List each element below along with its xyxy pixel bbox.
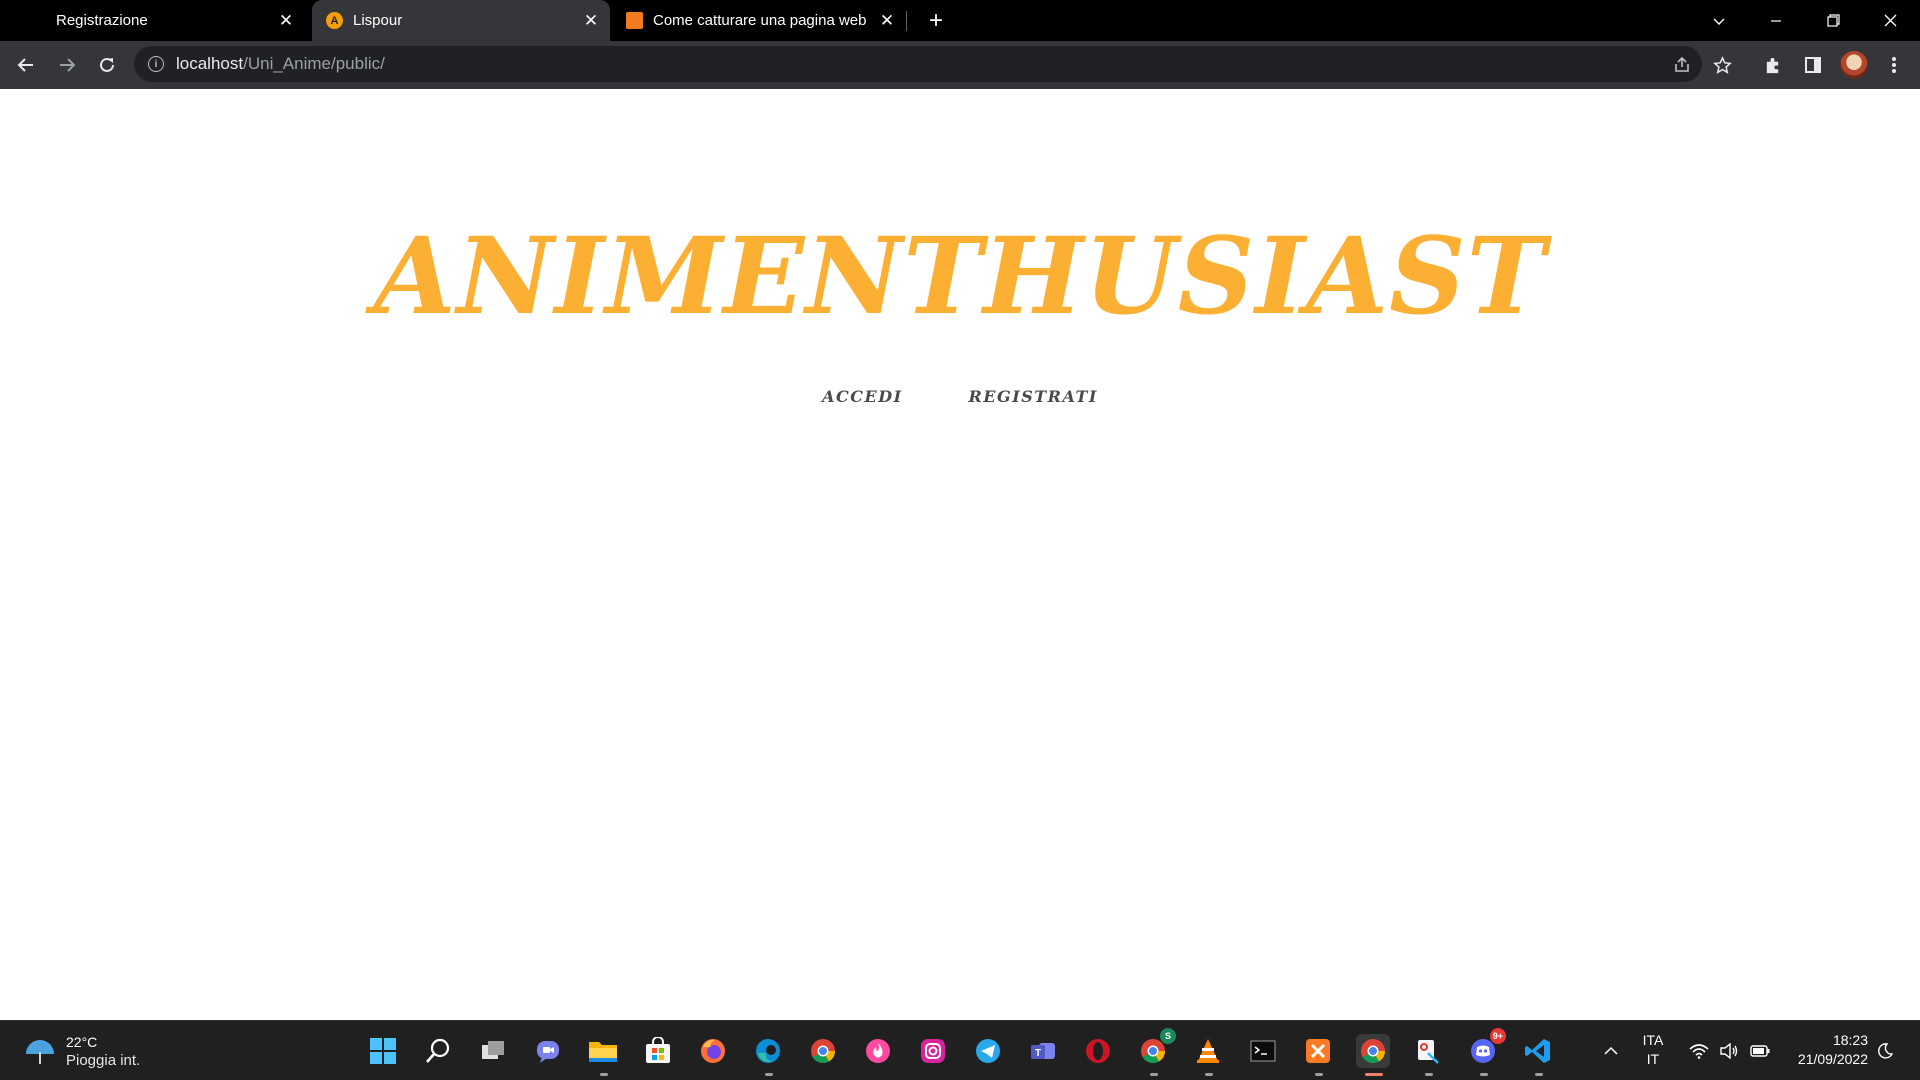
opera-icon[interactable] <box>1081 1034 1115 1068</box>
edge-icon[interactable] <box>751 1034 785 1068</box>
page-content: ANIMENTHUSIAST ACCEDI REGISTRATI <box>0 89 1920 1020</box>
minimize-button[interactable] <box>1753 0 1799 41</box>
favicon-icon <box>626 12 643 29</box>
xampp-icon[interactable] <box>1301 1034 1335 1068</box>
new-tab-button[interactable]: + <box>922 7 950 35</box>
login-link[interactable]: ACCEDI <box>822 387 902 406</box>
wifi-icon[interactable] <box>1688 1041 1710 1061</box>
main-nav: ACCEDI REGISTRATI <box>0 387 1920 406</box>
chrome-profile-icon[interactable]: S <box>1136 1028 1176 1068</box>
tab-come-catturare[interactable]: Come catturare una pagina web ✕ <box>612 0 906 41</box>
tab-title: Come catturare una pagina web <box>653 12 867 29</box>
teams-chat-icon[interactable] <box>531 1034 565 1068</box>
forward-button[interactable] <box>51 49 83 81</box>
tab-title: Lispour <box>353 12 403 29</box>
close-icon[interactable]: ✕ <box>580 10 602 32</box>
tab-title: Registrazione <box>56 12 148 29</box>
rain-umbrella-icon <box>24 1036 56 1068</box>
notification-badge: 9+ <box>1489 1028 1506 1044</box>
menu-kebab-icon[interactable] <box>1878 49 1910 81</box>
extensions-icon[interactable] <box>1756 49 1788 81</box>
close-icon[interactable]: ✕ <box>876 10 898 32</box>
browser-toolbar: i localhost/Uni_Anime/public/ <box>0 41 1920 89</box>
running-indicator <box>1480 1073 1488 1076</box>
brand-title: ANIMENTHUSIAST <box>373 213 1547 338</box>
vscode-icon[interactable] <box>1521 1034 1555 1068</box>
tab-registrazione[interactable]: Registrazione ✕ <box>42 0 305 41</box>
url-host: localhost <box>176 54 244 73</box>
back-button[interactable] <box>10 49 42 81</box>
reload-button[interactable] <box>91 49 123 81</box>
teams-icon[interactable]: T <box>1026 1034 1060 1068</box>
windows-taskbar: 22°C Pioggia int. T S 9+ ITA IT 18:23 21… <box>0 1020 1920 1080</box>
vlc-icon[interactable] <box>1191 1034 1225 1068</box>
keyboard-layout: IT <box>1646 1051 1660 1067</box>
language-code: ITA <box>1642 1032 1664 1048</box>
running-indicator <box>1205 1073 1213 1076</box>
running-indicator <box>1315 1073 1323 1076</box>
battery-charging-icon[interactable] <box>1749 1041 1771 1061</box>
tinder-flame-icon[interactable] <box>861 1034 895 1068</box>
firefox-icon[interactable] <box>696 1034 730 1068</box>
weather-widget[interactable]: 22°C Pioggia int. <box>24 1033 140 1071</box>
address-bar[interactable]: i localhost/Uni_Anime/public/ <box>134 46 1702 82</box>
running-indicator <box>1425 1073 1433 1076</box>
info-icon[interactable]: i <box>148 56 164 72</box>
chevron-up-icon[interactable] <box>1600 1041 1622 1061</box>
date: 21/09/2022 <box>1797 1051 1868 1067</box>
instagram-icon[interactable] <box>916 1034 950 1068</box>
restore-button[interactable] <box>1810 0 1856 41</box>
file-explorer-icon[interactable] <box>586 1034 620 1068</box>
running-indicator <box>765 1073 773 1076</box>
start-windows-icon[interactable] <box>366 1034 400 1068</box>
url-text: localhost/Uni_Anime/public/ <box>176 54 385 74</box>
close-icon[interactable]: ✕ <box>275 10 297 32</box>
volume-icon[interactable] <box>1718 1041 1740 1061</box>
input-language[interactable]: ITA IT <box>1638 1031 1668 1069</box>
discord-icon[interactable]: 9+ <box>1466 1028 1506 1068</box>
snipping-tool-icon[interactable] <box>1411 1034 1445 1068</box>
register-link[interactable]: REGISTRATI <box>969 387 1098 406</box>
running-indicator <box>1365 1073 1383 1076</box>
moon-focus-icon[interactable] <box>1874 1041 1896 1061</box>
tab-separator <box>906 11 907 31</box>
chrome-icon[interactable] <box>806 1034 840 1068</box>
time: 18:23 <box>1832 1032 1868 1048</box>
weather-condition: Pioggia int. <box>66 1052 141 1069</box>
favicon-icon: A <box>326 12 343 29</box>
telegram-icon[interactable] <box>971 1034 1005 1068</box>
clock[interactable]: 18:23 21/09/2022 <box>1788 1031 1868 1069</box>
search-icon[interactable] <box>421 1034 455 1068</box>
tab-search-icon[interactable] <box>1696 0 1742 41</box>
running-indicator <box>1535 1073 1543 1076</box>
terminal-icon[interactable] <box>1246 1034 1280 1068</box>
close-window-button[interactable] <box>1867 0 1913 41</box>
side-panel-icon[interactable] <box>1797 49 1829 81</box>
weather-temperature: 22°C <box>66 1034 98 1050</box>
profile-avatar[interactable] <box>1840 51 1868 79</box>
share-icon[interactable] <box>1671 54 1693 76</box>
tab-strip: Registrazione ✕ A Lispour ✕ Come cattura… <box>0 0 1920 41</box>
profile-badge: S <box>1160 1028 1176 1044</box>
running-indicator <box>1150 1073 1158 1076</box>
chrome-active-icon[interactable] <box>1356 1034 1390 1068</box>
url-path: /Uni_Anime/public/ <box>243 54 385 73</box>
task-view-icon[interactable] <box>476 1034 510 1068</box>
microsoft-store-icon[interactable] <box>641 1034 675 1068</box>
svg-text:T: T <box>1035 1048 1041 1059</box>
tab-lispour[interactable]: A Lispour ✕ <box>312 0 610 41</box>
bookmark-star-icon[interactable] <box>1706 49 1738 81</box>
running-indicator <box>600 1073 608 1076</box>
